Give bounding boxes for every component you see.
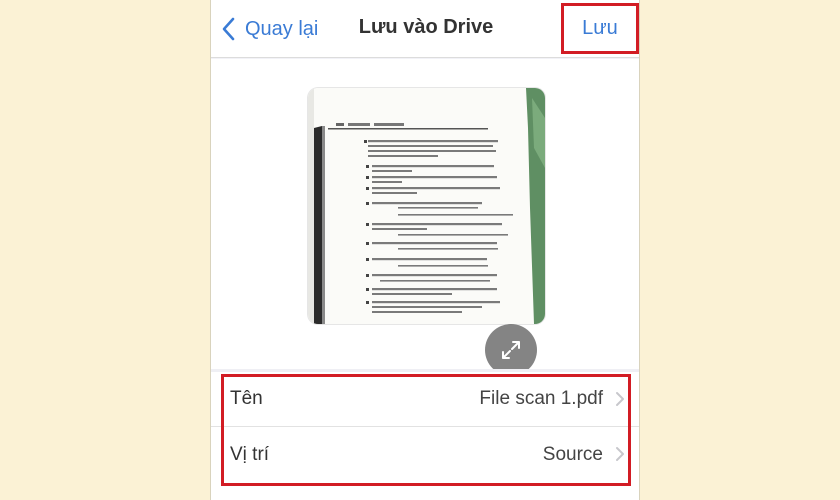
chevron-left-icon <box>222 17 235 41</box>
expand-arrows-icon <box>502 341 520 359</box>
document-thumbnail[interactable] <box>308 88 545 324</box>
save-button[interactable]: Lưu <box>561 3 639 54</box>
location-value: Source <box>542 443 603 465</box>
filename-row[interactable]: Tên File scan 1.pdf <box>211 372 639 427</box>
chevron-right-icon <box>616 447 624 461</box>
file-details-list: Tên File scan 1.pdf Vị trí Source <box>211 372 639 500</box>
location-row[interactable]: Vị trí Source <box>211 427 639 482</box>
filename-value: File scan 1.pdf <box>479 388 603 409</box>
location-label: Vị trí <box>230 443 270 465</box>
phone-screen: Quay lại Lưu vào Drive Lưu Tên File scan… <box>210 0 640 500</box>
document-preview-area <box>211 59 639 376</box>
back-button[interactable]: Quay lại <box>221 14 318 44</box>
scanned-page-image <box>308 88 545 324</box>
navigation-bar: Quay lại Lưu vào Drive Lưu <box>211 0 639 58</box>
back-label: Quay lại <box>245 17 319 40</box>
chevron-right-icon <box>616 392 624 406</box>
save-label: Lưu <box>582 17 618 39</box>
filename-label: Tên <box>230 388 263 409</box>
